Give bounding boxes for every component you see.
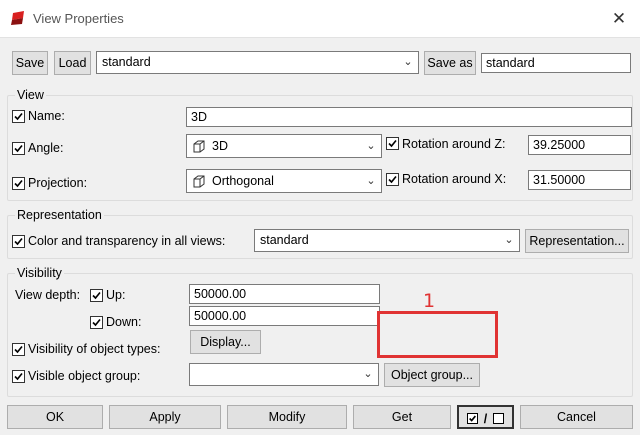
modify-button[interactable]: Modify bbox=[227, 405, 347, 429]
chevron-down-icon: ⌄ bbox=[403, 56, 413, 68]
rotation-z-checkbox[interactable] bbox=[386, 137, 399, 150]
projection-label: Projection: bbox=[28, 176, 88, 190]
view-depth-label: View depth: bbox=[15, 288, 81, 302]
chevron-down-icon: ⌄ bbox=[504, 234, 514, 246]
cancel-button[interactable]: Cancel bbox=[520, 405, 633, 429]
up-label: Up: bbox=[106, 288, 126, 302]
checkmark-icon bbox=[14, 144, 23, 153]
preset-select-value: standard bbox=[102, 55, 151, 69]
representation-group-label: Representation bbox=[15, 208, 104, 222]
rotation-x-input[interactable]: 31.50000 bbox=[528, 170, 631, 190]
save-as-name-input[interactable]: standard bbox=[481, 53, 631, 73]
down-label: Down: bbox=[106, 315, 142, 329]
angle-label: Angle: bbox=[28, 141, 64, 155]
app-logo-icon bbox=[11, 11, 24, 25]
annotation-number: 1 bbox=[423, 290, 436, 312]
chevron-down-icon: ⌄ bbox=[366, 175, 376, 187]
toggle-all-checkboxes-button[interactable]: / bbox=[457, 405, 514, 429]
color-transparency-select[interactable]: standard ⌄ bbox=[254, 229, 520, 252]
angle-select[interactable]: 3D ⌄ bbox=[186, 134, 382, 158]
name-input[interactable]: 3D bbox=[186, 107, 632, 127]
toggle-separator: / bbox=[483, 411, 488, 426]
name-label: Name: bbox=[28, 109, 65, 123]
save-as-button[interactable]: Save as bbox=[424, 51, 476, 75]
title-bar: View Properties ✕ bbox=[0, 0, 640, 38]
window-title: View Properties bbox=[33, 11, 124, 26]
apply-button[interactable]: Apply bbox=[109, 405, 221, 429]
object-group-label: Visible object group: bbox=[28, 369, 141, 383]
chevron-down-icon: ⌄ bbox=[366, 140, 376, 152]
checkmark-icon bbox=[14, 179, 23, 188]
down-depth-input[interactable]: 50000.00 bbox=[189, 306, 380, 326]
checkmark-icon bbox=[388, 175, 397, 184]
up-depth-input[interactable]: 50000.00 bbox=[189, 284, 380, 304]
checked-box-icon bbox=[467, 413, 479, 425]
object-group-select[interactable]: ⌄ bbox=[189, 363, 379, 386]
view-group-label: View bbox=[15, 88, 46, 102]
angle-select-value: 3D bbox=[212, 139, 228, 153]
angle-checkbox[interactable] bbox=[12, 142, 25, 155]
checkmark-icon bbox=[388, 139, 397, 148]
chevron-down-icon: ⌄ bbox=[363, 368, 373, 380]
save-button[interactable]: Save bbox=[12, 51, 48, 75]
get-button[interactable]: Get bbox=[353, 405, 451, 429]
unchecked-box-icon bbox=[492, 413, 504, 425]
object-types-checkbox[interactable] bbox=[12, 343, 25, 356]
load-button[interactable]: Load bbox=[54, 51, 91, 75]
object-group-checkbox[interactable] bbox=[12, 370, 25, 383]
ok-button[interactable]: OK bbox=[7, 405, 103, 429]
checkmark-icon bbox=[92, 318, 101, 327]
checkmark-icon bbox=[14, 372, 23, 381]
object-types-label: Visibility of object types: bbox=[28, 342, 161, 356]
rotation-z-input[interactable]: 39.25000 bbox=[528, 135, 631, 155]
highlight-box bbox=[377, 311, 498, 358]
down-checkbox[interactable] bbox=[90, 316, 103, 329]
name-checkbox[interactable] bbox=[12, 110, 25, 123]
preset-select[interactable]: standard ⌄ bbox=[96, 51, 419, 74]
color-transparency-value: standard bbox=[260, 233, 309, 247]
visibility-group-label: Visibility bbox=[15, 266, 64, 280]
projection-checkbox[interactable] bbox=[12, 177, 25, 190]
rotation-x-checkbox[interactable] bbox=[386, 173, 399, 186]
checkmark-icon bbox=[14, 112, 23, 121]
color-transparency-checkbox[interactable] bbox=[12, 235, 25, 248]
rotation-x-label: Rotation around X: bbox=[402, 172, 507, 186]
rotation-z-label: Rotation around Z: bbox=[402, 137, 506, 151]
display-button[interactable]: Display... bbox=[190, 330, 261, 354]
cube-icon bbox=[193, 175, 205, 188]
checkmark-icon bbox=[14, 237, 23, 246]
checkmark-icon bbox=[92, 291, 101, 300]
checkmark-icon bbox=[14, 345, 23, 354]
cube-icon bbox=[193, 140, 205, 153]
close-button[interactable]: ✕ bbox=[608, 8, 630, 30]
projection-select[interactable]: Orthogonal ⌄ bbox=[186, 169, 382, 193]
up-checkbox[interactable] bbox=[90, 289, 103, 302]
object-group-button[interactable]: Object group... bbox=[384, 363, 480, 387]
color-transparency-label: Color and transparency in all views: bbox=[28, 234, 226, 248]
representation-button[interactable]: Representation... bbox=[525, 229, 629, 253]
projection-select-value: Orthogonal bbox=[212, 174, 274, 188]
